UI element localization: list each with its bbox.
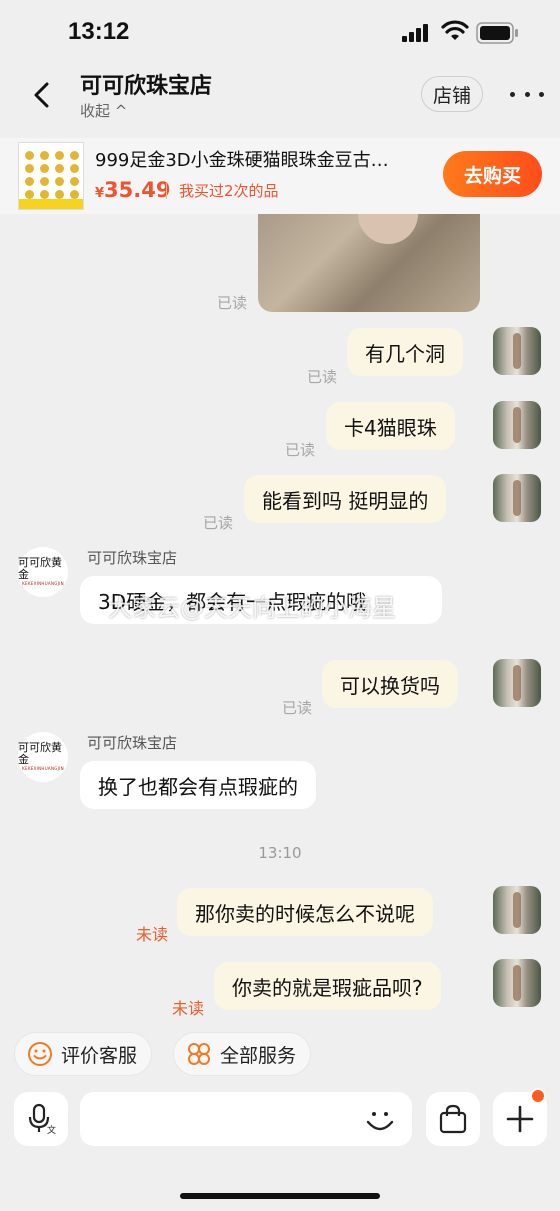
message-bubble-out[interactable]: 你卖的就是瑕疵品呗? bbox=[214, 962, 441, 1010]
message-timestamp: 13:10 bbox=[258, 844, 302, 862]
user-avatar[interactable] bbox=[493, 327, 541, 375]
more-dots-icon[interactable] bbox=[510, 80, 544, 108]
sender-name: 可可欣珠宝店 bbox=[87, 549, 178, 567]
message-bubble-out[interactable]: 那你卖的时候怎么不说呢 bbox=[177, 888, 433, 936]
user-avatar[interactable] bbox=[493, 474, 541, 522]
wifi-icon bbox=[441, 20, 469, 40]
all-services-button[interactable]: 全部服务 bbox=[173, 1032, 312, 1076]
store-button[interactable]: 店铺 bbox=[421, 76, 483, 112]
product-title[interactable]: 999足金3D小金珠硬猫眼珠金豆古… bbox=[95, 146, 431, 172]
emoji-icon[interactable] bbox=[362, 1102, 398, 1138]
rate-service-button[interactable]: 评价客服 bbox=[14, 1032, 153, 1076]
message-bubble-out[interactable]: 能看到吗 挺明显的 bbox=[244, 475, 447, 523]
shop-name[interactable]: 可可欣珠宝店 bbox=[80, 68, 212, 100]
read-status: 已读 bbox=[307, 368, 338, 386]
user-avatar[interactable] bbox=[493, 886, 541, 934]
read-status: 已读 bbox=[285, 441, 316, 459]
shop-avatar[interactable]: 可可欣黄金 KEKEXINHUANGJIN bbox=[18, 547, 68, 597]
read-status: 已读 bbox=[217, 294, 248, 312]
chat-header: 可可欣珠宝店 收起 ^ 店铺 bbox=[0, 60, 560, 130]
battery-icon bbox=[476, 22, 518, 44]
message-bubble-in[interactable]: 换了也都会有点瑕疵的 bbox=[80, 761, 316, 809]
read-status: 已读 bbox=[203, 514, 234, 532]
user-avatar[interactable] bbox=[493, 659, 541, 707]
message-bubble-out[interactable]: 卡4猫眼珠 bbox=[326, 402, 455, 450]
sender-name: 可可欣珠宝店 bbox=[87, 734, 178, 752]
back-button[interactable] bbox=[26, 78, 60, 112]
product-thumbnail[interactable] bbox=[18, 142, 84, 210]
product-price: ¥35.49 bbox=[95, 178, 171, 202]
microphone-icon[interactable]: 文 bbox=[14, 1092, 68, 1146]
collapse-toggle[interactable]: 收起 ^ bbox=[80, 100, 127, 121]
notification-badge bbox=[530, 1088, 546, 1104]
shop-avatar[interactable]: 可可欣黄金 KEKEXINHUANGJIN bbox=[18, 732, 68, 782]
unread-status: 未读 bbox=[172, 999, 205, 1018]
divider bbox=[166, 183, 167, 199]
read-status: 已读 bbox=[282, 699, 313, 717]
shopping-bag-icon[interactable] bbox=[426, 1092, 480, 1146]
user-avatar[interactable] bbox=[493, 401, 541, 449]
status-bar: 13:12 bbox=[0, 0, 560, 60]
chat-messages[interactable]: 已读 有几个洞 已读 卡4猫眼珠 已读 能看到吗 挺明显的 已读 可可欣黄金 K… bbox=[0, 214, 560, 1024]
watermark: 大家云@天天向上的小海星 bbox=[108, 594, 396, 622]
buy-button[interactable]: 去购买 bbox=[443, 151, 542, 197]
smile-icon bbox=[28, 1042, 52, 1066]
cellular-signal-icon bbox=[402, 24, 428, 42]
unread-status: 未读 bbox=[136, 925, 169, 944]
message-bubble-out[interactable]: 可以换货吗 bbox=[322, 660, 458, 708]
message-bubble-out[interactable]: 有几个洞 bbox=[347, 328, 463, 376]
home-indicator bbox=[180, 1193, 380, 1199]
user-avatar[interactable] bbox=[493, 959, 541, 1007]
input-bar: 文 bbox=[0, 1088, 560, 1148]
product-card[interactable]: 999足金3D小金珠硬猫眼珠金豆古… ¥35.49 我买过2次的品 去购买 bbox=[0, 138, 560, 214]
services-grid-icon bbox=[188, 1043, 210, 1065]
purchase-history-note: 我买过2次的品 bbox=[179, 182, 279, 200]
status-time: 13:12 bbox=[68, 18, 130, 45]
image-message[interactable] bbox=[258, 214, 480, 312]
svg-text:文: 文 bbox=[47, 1124, 56, 1135]
